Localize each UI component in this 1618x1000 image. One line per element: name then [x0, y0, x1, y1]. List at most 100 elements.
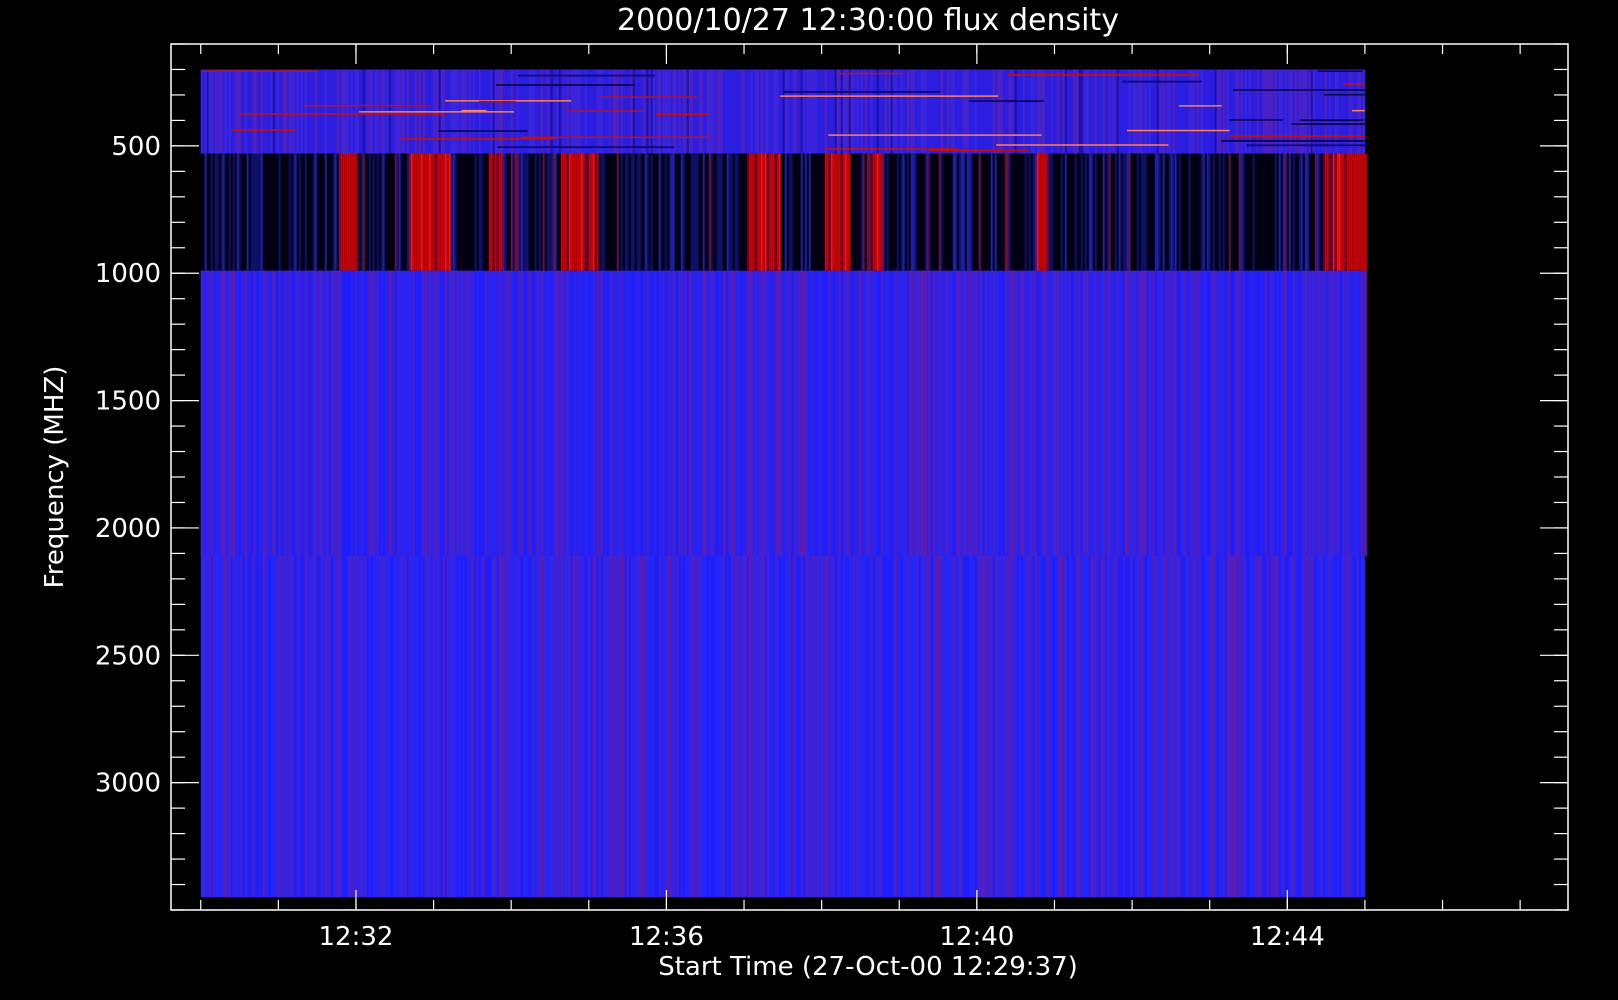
band-4-column	[1144, 555, 1147, 898]
band-2-column	[428, 153, 431, 271]
band-2-column	[996, 153, 999, 271]
band-3-column	[828, 270, 831, 556]
band-2-column	[1284, 153, 1287, 271]
band-3-column	[922, 270, 925, 556]
band-4-column	[1180, 555, 1183, 898]
band-3-column	[566, 270, 569, 556]
band-2-column	[1056, 153, 1059, 271]
band-3-column	[1282, 270, 1285, 556]
band-2-column	[1030, 153, 1033, 271]
band-4-column	[1154, 555, 1157, 898]
band-4-column	[494, 555, 497, 898]
band-2-column	[330, 153, 333, 271]
band-4-column	[312, 555, 315, 898]
band-2-column	[1196, 153, 1199, 271]
band-4-column	[1052, 555, 1055, 898]
band-3-column	[1032, 270, 1035, 556]
band-2-column	[682, 153, 685, 271]
band-4-column	[248, 555, 251, 898]
band-1-column	[1116, 69, 1119, 154]
band-2-column	[808, 153, 811, 271]
band-3-column	[1004, 270, 1007, 556]
band-3-column	[748, 270, 751, 556]
band-2-column	[1028, 153, 1031, 271]
band-2-column	[1072, 153, 1075, 271]
band-4-column	[616, 555, 619, 898]
band-4-column	[958, 555, 961, 898]
band-1-column	[1056, 69, 1059, 154]
band-3-column	[464, 270, 467, 556]
band-4-column	[922, 555, 925, 898]
band-4-column	[326, 555, 329, 898]
band-3-column	[1162, 270, 1165, 556]
band-3-column	[1264, 270, 1267, 556]
band-3-column	[732, 270, 735, 556]
band-1-column	[792, 69, 795, 154]
band-2-column	[470, 153, 473, 271]
x-tick-label: 12:44	[1250, 922, 1325, 952]
band-2-column	[1062, 153, 1065, 271]
band-3-column	[520, 270, 523, 556]
band-4-column	[690, 555, 693, 898]
band-2-column	[1346, 153, 1349, 271]
band-2-column	[850, 153, 853, 271]
band-1-column	[1030, 69, 1033, 154]
band-4-column	[1282, 555, 1285, 898]
band-2-column	[1364, 153, 1367, 271]
band-4-column	[1094, 555, 1097, 898]
band-4-column	[342, 555, 345, 898]
band-4-column	[870, 555, 873, 898]
band-2-column	[1134, 153, 1137, 271]
band-4-column	[260, 555, 263, 898]
band-2-column	[926, 153, 929, 271]
band-4-column	[1060, 555, 1063, 898]
band-4-column	[752, 555, 755, 898]
band-2-column	[508, 153, 511, 271]
band-2-column	[358, 153, 361, 271]
band-2-column	[1172, 153, 1175, 271]
band-3-column	[1038, 270, 1041, 556]
band-1-column	[716, 69, 719, 154]
band-2-column	[566, 153, 569, 271]
band-4-column	[824, 555, 827, 898]
band-1-column	[1108, 69, 1111, 154]
band-4-column	[802, 555, 805, 898]
band-3-column	[508, 270, 511, 556]
band-2-column	[448, 153, 451, 271]
band-1-column	[1102, 69, 1105, 154]
band-2-column	[1160, 153, 1163, 271]
band-4-column	[1058, 555, 1061, 898]
band-2-column	[528, 153, 531, 271]
band-1-column	[802, 69, 805, 154]
band-3-column	[1322, 270, 1325, 556]
band-1-column	[772, 69, 775, 154]
band-2-column	[1010, 153, 1013, 271]
band-1-column	[1080, 69, 1083, 154]
band-2-column	[894, 153, 897, 271]
band-2-column	[1330, 153, 1333, 271]
band-3-column	[296, 270, 299, 556]
band-2-column	[284, 153, 287, 271]
band-2-column	[244, 153, 247, 271]
band-2-column	[896, 153, 899, 271]
band-4-column	[1006, 555, 1009, 898]
band-1-column	[922, 69, 925, 154]
band-2-column	[694, 153, 697, 271]
band-2-column	[232, 153, 235, 271]
band-3-column	[1274, 270, 1277, 556]
band-2-column	[272, 153, 275, 271]
band-4-column	[978, 555, 981, 898]
band-3-column	[228, 270, 231, 556]
band-2-column	[902, 153, 905, 271]
band-2-column	[386, 153, 389, 271]
band-3-column	[1284, 270, 1287, 556]
band-4-column	[938, 555, 941, 898]
band-3-column	[272, 270, 275, 556]
band-1-column	[1076, 69, 1079, 154]
band-2-column	[414, 153, 417, 271]
band-4-column	[1256, 555, 1259, 898]
band-3-column	[1094, 270, 1097, 556]
band-3-column	[750, 270, 753, 556]
band-4-column	[288, 555, 291, 898]
band-1-column	[1042, 69, 1045, 154]
